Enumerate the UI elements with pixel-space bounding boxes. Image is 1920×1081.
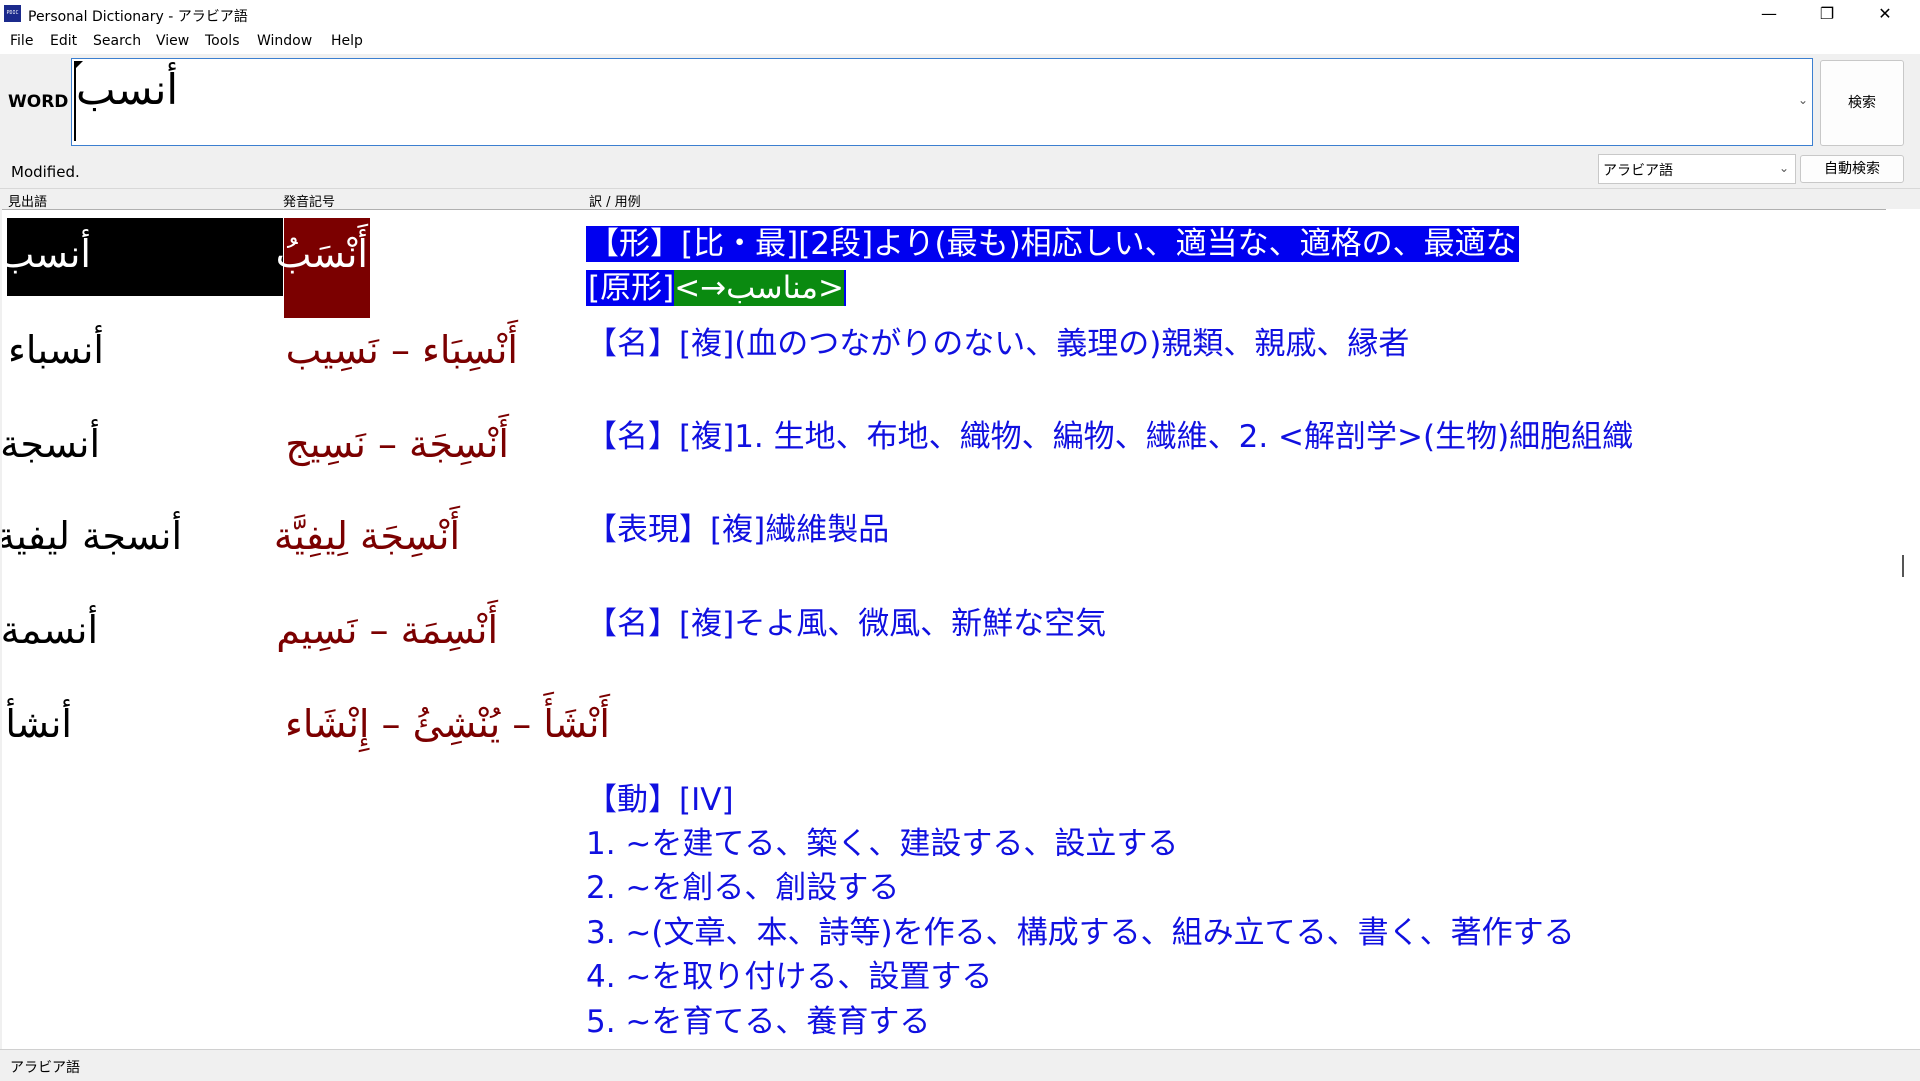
menu-search[interactable]: Search <box>93 33 141 49</box>
window-title: Personal Dictionary - アラビア語 <box>28 9 248 25</box>
word-input[interactable]: أنسب ⌄ <box>71 58 1813 146</box>
list-item-translation: 【表現】[複]繊維製品 <box>586 512 890 548</box>
menu-window[interactable]: Window <box>257 33 312 49</box>
original-form-link[interactable]: <→مناسب> <box>674 270 844 306</box>
list-item-headword[interactable]: أنسباء <box>8 328 104 372</box>
list-item-pronunciation: أَنْسِمَة – نَسِيم <box>276 608 498 652</box>
language-select-value: アラビア語 <box>1603 163 1673 179</box>
list-item-translation: 4. ~を取り付ける、設置する <box>586 959 993 995</box>
status-row: Modified. アラビア語 ⌄ 自動検索 <box>0 154 1920 188</box>
list-item-pronunciation: أَنْسِجَة لِيفِيَّة <box>273 514 460 558</box>
list-item-pronunciation: أَنْسِجَة – نَسِيج <box>285 422 509 466</box>
list-item-translation: 【動】[IV] <box>586 782 734 818</box>
bottom-status-language: アラビア語 <box>10 1060 80 1076</box>
menu-file[interactable]: File <box>10 33 33 49</box>
language-select[interactable]: アラビア語 ⌄ <box>1598 154 1796 184</box>
list-item-translation: 【名】[複](血のつながりのない、義理の)親類、親戚、縁者 <box>586 326 1410 362</box>
word-input-value: أنسب <box>76 65 179 114</box>
menu-tools[interactable]: Tools <box>205 33 240 49</box>
list-item-pronunciation: أَنْسَبُ <box>275 232 368 276</box>
search-button[interactable]: 検索 <box>1820 60 1904 146</box>
list-item-headword[interactable]: أنسجة <box>2 422 100 466</box>
list-item-pronunciation: أَنْشَأَ – يُنْشِئُ – إِنْشَاء <box>284 702 610 746</box>
chevron-down-icon[interactable]: ⌄ <box>1798 93 1808 107</box>
scrollbar-thumb[interactable] <box>1902 555 1904 577</box>
menu-edit[interactable]: Edit <box>50 33 77 49</box>
original-form-label: [原形] <box>588 270 675 306</box>
list-item-translation: 3. ~(文章、本、詩等)を作る、構成する、組み立てる、書く、著作する <box>586 915 1575 951</box>
list-item-headword[interactable]: أنسجة ليفية <box>2 514 182 558</box>
original-form-line: [原形]<→مناسب> <box>586 262 846 307</box>
menu-bar: File Edit Search View Tools Window Help <box>0 28 1920 54</box>
dictionary-list[interactable]: أنسب أَنْسَبُ 【形】[比・最][2段]より(最も)相応しい、適当な… <box>2 209 1886 1050</box>
list-item-translation: 【形】[比・最][2段]より(最も)相応しい、適当な、適格の、最適な <box>586 226 1519 262</box>
column-header-headword[interactable]: 見出語 <box>8 191 47 210</box>
vertical-scrollbar[interactable] <box>1886 209 1920 1049</box>
list-item-translation: 1. ~を建てる、築く、建設する、設立する <box>586 826 1179 862</box>
auto-search-button[interactable]: 自動検索 <box>1800 155 1904 183</box>
app-icon: PDIC <box>4 5 21 22</box>
chevron-down-icon: ⌄ <box>1778 161 1789 175</box>
list-item-headword[interactable]: أنشأ <box>5 702 72 746</box>
maximize-button[interactable]: ❐ <box>1798 0 1856 28</box>
list-item-translation: 5. ~を育てる、養育する <box>586 1004 931 1040</box>
column-header-pronunciation[interactable]: 発音記号 <box>283 191 335 210</box>
list-item-translation: 【名】[複]そよ風、微風、新鮮な空気 <box>586 606 1107 642</box>
close-button[interactable]: ✕ <box>1856 0 1914 28</box>
bottom-status-bar: アラビア語 <box>0 1049 1920 1081</box>
list-item-pronunciation: أَنْسِبَاء – نَسِيب <box>285 328 518 372</box>
menu-help[interactable]: Help <box>331 33 363 49</box>
word-label: WORD <box>8 92 69 112</box>
list-item-translation: 【名】[複]1. 生地、布地、織物、編物、繊維、2. <解剖学>(生物)細胞組織 <box>586 419 1634 455</box>
column-headers: 見出語 発音記号 訳 / 用例 <box>0 188 1920 210</box>
status-text: Modified. <box>11 163 80 181</box>
word-bar: WORD أنسب ⌄ 検索 <box>0 54 1920 154</box>
column-header-translation[interactable]: 訳 / 用例 <box>589 191 641 210</box>
list-item-headword[interactable]: أنسمة <box>2 608 98 652</box>
list-item-translation: 2. ~を創る、創設する <box>586 870 900 906</box>
minimize-button[interactable]: — <box>1740 0 1798 28</box>
title-bar: PDIC Personal Dictionary - アラビア語 — ❐ ✕ <box>0 0 1920 28</box>
menu-view[interactable]: View <box>156 33 189 49</box>
list-item-headword[interactable]: أنسب <box>2 232 91 276</box>
